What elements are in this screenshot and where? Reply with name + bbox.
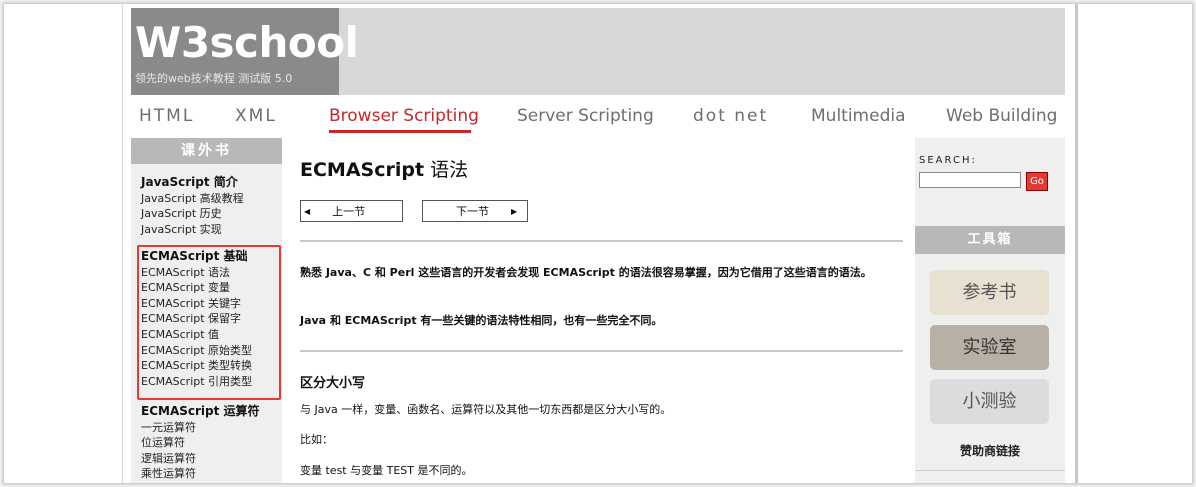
sidebar-title: 课外书: [131, 138, 282, 164]
search-go-button[interactable]: Go: [1026, 172, 1048, 191]
page: W3school 领先的web技术教程 测试版 5.0 HTML XML Bro…: [122, 4, 1078, 483]
sidebar-item[interactable]: 一元运算符: [141, 420, 260, 436]
sidebar-group-title[interactable]: JavaScript 简介: [141, 175, 244, 191]
intro-paragraph: 熟悉 Java、C 和 Perl 这些语言的开发者会发现 ECMAScript …: [300, 266, 872, 279]
case-paragraph: 与 Java 一样，变量、函数名、运算符以及其他一切东西都是区分大小写的。: [300, 403, 672, 416]
right-sidebar: SEARCH: Go 工具箱 参考书 实验室 小测验 赞助商链接: [915, 138, 1065, 483]
sidebar-group-intro: JavaScript 简介 JavaScript 高级教程 JavaScript…: [141, 175, 244, 237]
nav-browser-scripting[interactable]: Browser Scripting: [329, 106, 479, 126]
left-sidebar: 课外书 JavaScript 简介 JavaScript 高级教程 JavaSc…: [131, 138, 282, 483]
comparison-paragraph: Java 和 ECMAScript 有一些关键的语法特性相同，也有一些完全不同。: [300, 314, 663, 327]
search-label: SEARCH:: [919, 155, 977, 166]
nav-server-scripting[interactable]: Server Scripting: [517, 106, 654, 126]
toolbox-title: 工具箱: [915, 226, 1065, 254]
annotation-highlight-box: [137, 245, 281, 400]
example-label: 比如：: [300, 433, 333, 446]
logo-title: W3school: [135, 18, 359, 67]
section-title: 区分大小写: [300, 376, 366, 391]
sponsor-links-title: 赞助商链接: [959, 444, 1020, 458]
sidebar-item[interactable]: JavaScript 高级教程: [141, 191, 244, 207]
nav-web-building[interactable]: Web Building: [946, 106, 1057, 126]
quiz-button[interactable]: 小测验: [930, 379, 1049, 424]
nav-active-underline: [329, 130, 471, 133]
search-input[interactable]: [919, 172, 1021, 188]
logo[interactable]: W3school 领先的web技术教程 测试版 5.0: [131, 8, 359, 95]
lab-button[interactable]: 实验室: [930, 325, 1049, 370]
sidebar-group-operators: ECMAScript 运算符 一元运算符 位运算符 逻辑运算符 乘性运算符: [141, 404, 260, 482]
page-title-bold: ECMAScript: [300, 159, 425, 181]
sidebar-item[interactable]: 逻辑运算符: [141, 451, 260, 467]
right-triangle-icon: ▶: [511, 206, 518, 216]
sponsor-divider: [915, 470, 1065, 471]
header: W3school 领先的web技术教程 测试版 5.0: [131, 8, 1065, 95]
divider: [300, 350, 903, 352]
logo-subtitle: 领先的web技术教程 测试版 5.0: [135, 72, 293, 85]
example-paragraph: 变量 test 与变量 TEST 是不同的。: [300, 464, 473, 477]
page-title: ECMAScript 语法: [300, 155, 468, 182]
sidebar-item[interactable]: 乘性运算符: [141, 466, 260, 482]
main-content: ECMAScript 语法 ◀ 上一节 下一节 ▶ 熟悉 Java、C 和 Pe…: [300, 138, 905, 483]
reference-button[interactable]: 参考书: [930, 270, 1049, 315]
nav-html[interactable]: HTML: [139, 106, 194, 126]
page-title-rest: 语法: [424, 159, 469, 181]
nav-dot-net[interactable]: dot net: [693, 106, 768, 126]
prev-section-button[interactable]: ◀ 上一节: [300, 200, 403, 222]
sidebar-group-title[interactable]: ECMAScript 运算符: [141, 404, 260, 420]
sidebar-item[interactable]: JavaScript 历史: [141, 206, 244, 222]
next-section-button[interactable]: 下一节 ▶: [422, 200, 528, 222]
divider: [300, 240, 903, 242]
screenshot-frame: W3school 领先的web技术教程 测试版 5.0 HTML XML Bro…: [3, 3, 1193, 484]
nav-xml[interactable]: XML: [235, 106, 277, 126]
top-nav: HTML XML Browser Scripting Server Script…: [131, 98, 1065, 138]
left-triangle-icon: ◀: [304, 206, 311, 216]
nav-multimedia[interactable]: Multimedia: [811, 106, 906, 126]
sidebar-item[interactable]: 位运算符: [141, 435, 260, 451]
prev-section-label: 上一节: [332, 205, 366, 218]
next-section-label: 下一节: [456, 205, 489, 218]
sidebar-item[interactable]: JavaScript 实现: [141, 222, 244, 238]
